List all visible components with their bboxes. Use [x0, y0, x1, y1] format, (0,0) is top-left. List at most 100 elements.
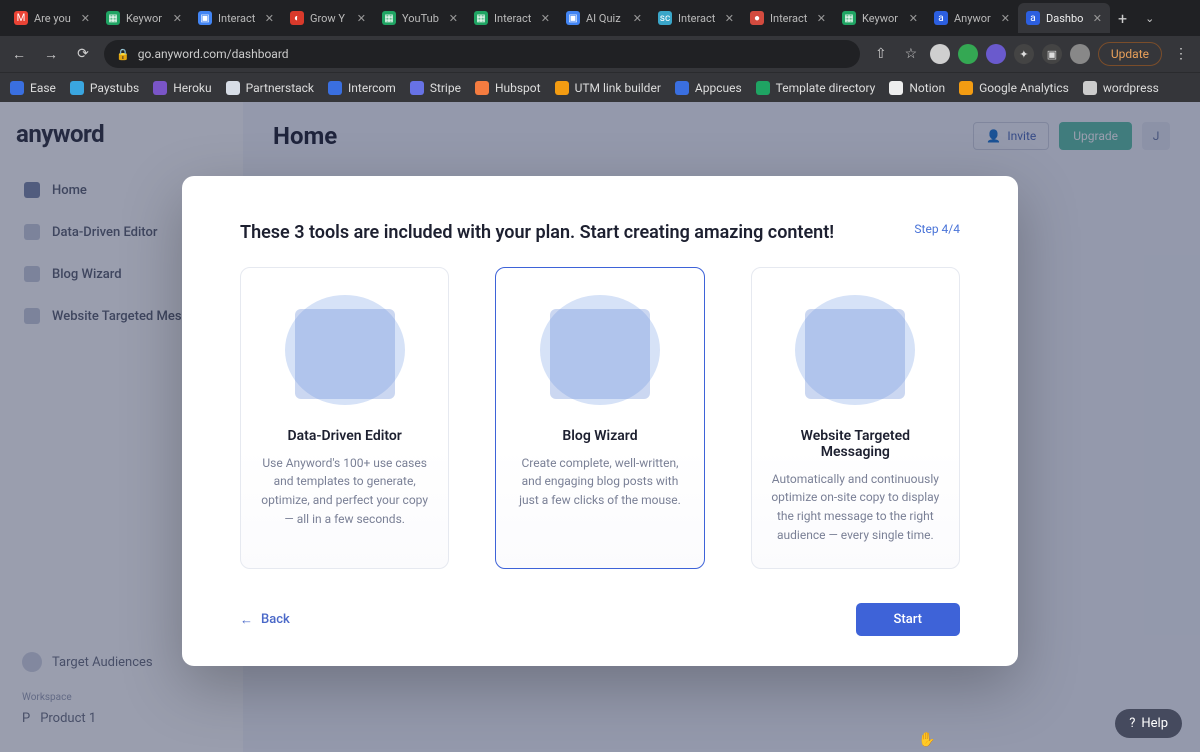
favicon-icon: a — [1026, 11, 1040, 25]
tab-label: AI Quiz — [586, 12, 627, 25]
bookmark-item[interactable]: Hubspot — [475, 81, 541, 95]
tab-close-icon[interactable]: ✕ — [1093, 12, 1102, 25]
back-button[interactable]: ← Back — [240, 612, 290, 628]
tool-card[interactable]: Data-Driven EditorUse Anyword's 100+ use… — [240, 267, 449, 569]
bookmark-favicon-icon — [475, 81, 489, 95]
tab-close-icon[interactable]: ✕ — [449, 12, 458, 25]
extensions-icon[interactable]: ✦ — [1014, 44, 1034, 64]
browser-tab[interactable]: ▦Keywor✕ — [834, 3, 926, 33]
card-description: Use Anyword's 100+ use cases and templat… — [259, 454, 430, 528]
tab-close-icon[interactable]: ✕ — [817, 12, 826, 25]
bookmark-item[interactable]: Intercom — [328, 81, 396, 95]
tab-label: Are you — [34, 12, 75, 25]
browser-tab[interactable]: ◐ Grow Y ✕ — [282, 3, 374, 33]
bookmark-item[interactable]: Template directory — [756, 81, 876, 95]
bookmark-item[interactable]: Appcues — [675, 81, 742, 95]
tab-label: Interact — [494, 12, 535, 25]
bookmark-item[interactable]: wordpress — [1083, 81, 1159, 95]
favicon-icon: ▣ — [198, 11, 212, 25]
back-icon[interactable]: ← — [8, 46, 30, 63]
card-description: Automatically and continuously optimize … — [770, 470, 941, 544]
tab-label: Keywor — [862, 12, 903, 25]
bookmark-label: Paystubs — [90, 81, 139, 95]
bookmark-label: UTM link builder — [575, 81, 661, 95]
browser-tab[interactable]: a Dashbo ✕ — [1018, 3, 1110, 33]
nav-right: ⇧ ☆ ✦ ▣ Update ⋮ — [870, 42, 1192, 66]
bookmark-item[interactable]: Notion — [889, 81, 945, 95]
bookmark-label: Template directory — [776, 81, 876, 95]
bookmark-favicon-icon — [1083, 81, 1097, 95]
card-title: Blog Wizard — [514, 428, 685, 444]
bookmark-label: Stripe — [430, 81, 461, 95]
tab-close-icon[interactable]: ✕ — [265, 12, 274, 25]
tab-close-icon[interactable]: ✕ — [909, 12, 918, 25]
tabs-overflow-icon[interactable]: ⌄ — [1135, 12, 1164, 25]
browser-tab[interactable]: ▣Interact✕ — [190, 3, 282, 33]
bookmark-item[interactable]: Heroku — [153, 81, 211, 95]
new-tab-button[interactable]: + — [1110, 9, 1135, 28]
bookmark-label: Appcues — [695, 81, 742, 95]
profile-3[interactable] — [986, 44, 1006, 64]
profile-1[interactable] — [930, 44, 950, 64]
bookmark-favicon-icon — [410, 81, 424, 95]
favicon-icon: ▦ — [474, 11, 488, 25]
browser-tab[interactable]: scInteract✕ — [650, 3, 742, 33]
tab-label: Dashbo — [1046, 12, 1087, 25]
url-bar[interactable]: 🔒 go.anyword.com/dashboard — [104, 40, 860, 68]
tab-close-icon[interactable]: ✕ — [81, 12, 90, 25]
tab-label: Grow Y — [310, 12, 351, 25]
profile-2[interactable] — [958, 44, 978, 64]
browser-tab[interactable]: ▦ Interact ✕ — [466, 3, 558, 33]
tab-close-icon[interactable]: ✕ — [633, 12, 642, 25]
bookmark-favicon-icon — [153, 81, 167, 95]
browser-tab[interactable]: ▣AI Quiz✕ — [558, 3, 650, 33]
forward-icon[interactable]: → — [40, 46, 62, 63]
bookmark-item[interactable]: Stripe — [410, 81, 461, 95]
tab-close-icon[interactable]: ✕ — [173, 12, 182, 25]
tab-label: YouTub — [402, 12, 443, 25]
reload-icon[interactable]: ⟳ — [72, 46, 94, 62]
browser-menu-icon[interactable]: ⋮ — [1170, 46, 1192, 62]
bookmark-item[interactable]: Paystubs — [70, 81, 139, 95]
tab-close-icon[interactable]: ✕ — [1001, 12, 1010, 25]
lock-icon: 🔒 — [116, 48, 130, 61]
browser-tab[interactable]: ●Interact✕ — [742, 3, 834, 33]
bookmark-label: Intercom — [348, 81, 396, 95]
step-indicator: Step 4/4 — [914, 222, 960, 236]
favicon-icon: ▦ — [106, 11, 120, 25]
bookmark-label: Partnerstack — [246, 81, 314, 95]
help-label: Help — [1141, 716, 1168, 731]
tab-close-icon[interactable]: ✕ — [541, 12, 550, 25]
bookmark-favicon-icon — [328, 81, 342, 95]
profile-avatar[interactable] — [1070, 44, 1090, 64]
card-description: Create complete, well-written, and engag… — [514, 454, 685, 510]
bookmark-favicon-icon — [889, 81, 903, 95]
tool-card[interactable]: Blog Wizard Create complete, well-written… — [495, 267, 704, 569]
card-illustration — [259, 286, 430, 414]
start-button[interactable]: Start — [856, 603, 960, 636]
bookmark-item[interactable]: UTM link builder — [555, 81, 661, 95]
browser-tab[interactable]: ▦ YouTub ✕ — [374, 3, 466, 33]
star-icon[interactable]: ☆ — [900, 46, 922, 62]
help-button[interactable]: ? Help — [1115, 709, 1182, 738]
tab-close-icon[interactable]: ✕ — [725, 12, 734, 25]
favicon-icon: ◐ — [290, 11, 304, 25]
bookmark-item[interactable]: Partnerstack — [226, 81, 314, 95]
browser-chrome: MAre you✕▦Keywor✕▣Interact✕◐Grow Y✕▦YouT… — [0, 0, 1200, 102]
app-viewport: anyword HomeData-Driven EditorBlog Wizar… — [0, 102, 1200, 752]
browser-tab[interactable]: aAnywor✕ — [926, 3, 1018, 33]
panel-icon[interactable]: ▣ — [1042, 44, 1062, 64]
bookmark-label: Hubspot — [495, 81, 541, 95]
browser-tab[interactable]: MAre you✕ — [6, 3, 98, 33]
tab-close-icon[interactable]: ✕ — [357, 12, 366, 25]
bookmark-item[interactable]: Google Analytics — [959, 81, 1069, 95]
update-button[interactable]: Update — [1098, 42, 1162, 66]
favicon-icon: ▦ — [382, 11, 396, 25]
bookmark-label: Notion — [909, 81, 945, 95]
bookmark-label: wordpress — [1103, 81, 1159, 95]
tool-card[interactable]: Website Targeted MessagingAutomatically … — [751, 267, 960, 569]
browser-tab[interactable]: ▦Keywor✕ — [98, 3, 190, 33]
bookmark-favicon-icon — [756, 81, 770, 95]
share-icon[interactable]: ⇧ — [870, 46, 892, 62]
bookmark-item[interactable]: Ease — [10, 81, 56, 95]
